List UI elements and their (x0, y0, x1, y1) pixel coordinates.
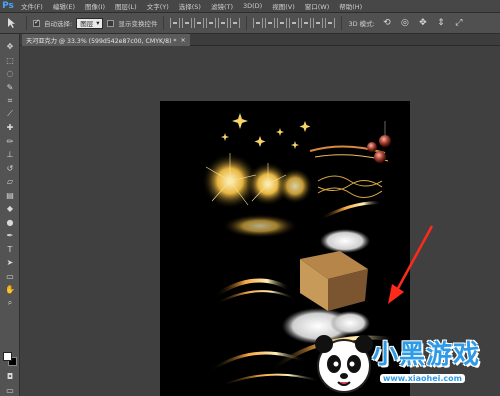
menu-image[interactable]: 图像(I) (80, 1, 110, 11)
align-group (170, 18, 241, 28)
distribute-vcenter-icon[interactable] (265, 18, 276, 28)
separator (341, 16, 343, 30)
align-right-icon[interactable] (230, 18, 241, 28)
align-left-icon[interactable] (206, 18, 217, 28)
separator (246, 16, 248, 30)
eyedropper-icon[interactable]: ⟋ (0, 108, 20, 122)
roll-3d-icon[interactable]: ◎ (397, 16, 413, 30)
auto-select-label: 自动选择: (44, 20, 73, 28)
auto-align-icon[interactable] (325, 18, 336, 28)
menu-select[interactable]: 选择(S) (174, 1, 206, 11)
red-arrow-annotation (388, 225, 434, 304)
distribute-left-icon[interactable] (289, 18, 300, 28)
shape-icon[interactable]: ▭ (0, 270, 20, 284)
type-icon[interactable]: T (0, 243, 20, 257)
align-vcenter-icon[interactable] (182, 18, 193, 28)
watermark: 小黑游戏 www.xiaohei.com (310, 328, 500, 396)
distribute-bottom-icon[interactable] (277, 18, 288, 28)
menu-edit[interactable]: 编辑(E) (48, 1, 80, 11)
auto-select-checkbox[interactable] (33, 18, 40, 27)
watermark-title: 小黑游戏 (372, 340, 481, 370)
document-title: 天河亚克力 @ 33.3% (599d542e87c00, CMYK/8) * (26, 37, 177, 45)
menu-bar: Ps 文件(F) 编辑(E) 图像(I) 图层(L) 文字(Y) 选择(S) 滤… (0, 0, 500, 13)
quick-mask-icon[interactable]: ◘ (0, 370, 20, 384)
watermark-url: www.xiaohei.com (380, 374, 465, 383)
menu-layer[interactable]: 图层(L) (110, 1, 142, 11)
separator (26, 16, 27, 30)
pen-icon[interactable]: ✒ (0, 229, 20, 243)
foreground-color-swatch[interactable] (3, 352, 12, 361)
mode-3d-label: 3D 模式: (348, 20, 375, 28)
scale-3d-icon[interactable]: ⤢ (451, 16, 467, 30)
menu-3d[interactable]: 3D(D) (238, 2, 267, 10)
quick-select-icon[interactable]: ✎ (0, 81, 20, 95)
gradient-icon[interactable]: ▤ (0, 189, 20, 203)
distribute-hcenter-icon[interactable] (301, 18, 312, 28)
menu-help[interactable]: 帮助(H) (334, 1, 367, 11)
tools-panel: ✥ ⬚ ◌ ✎ ⌗ ⟋ ✚ ✏ ⊥ ↺ ▱ ▤ ◆ ● ✒ T ➤ ▭ ✋ ⌕ ◘ ▭ (0, 34, 20, 396)
eraser-icon[interactable]: ▱ (0, 175, 20, 189)
document-tab[interactable]: 天河亚克力 @ 33.3% (599d542e87c00, CMYK/8) * … (22, 34, 190, 46)
menu-filter[interactable]: 滤镜(T) (206, 1, 238, 11)
document-tab-bar: 天河亚克力 @ 33.3% (599d542e87c00, CMYK/8) * … (20, 34, 500, 46)
panda-logo (315, 335, 373, 393)
menu-view[interactable]: 视图(V) (267, 1, 300, 11)
distribute-right-icon[interactable] (313, 18, 324, 28)
marquee-icon[interactable]: ⬚ (0, 54, 20, 68)
show-transform-checkbox[interactable] (107, 19, 115, 27)
move-tool-preset-icon[interactable] (4, 16, 20, 30)
gold-waves (317, 175, 383, 198)
menu-type[interactable]: 文字(Y) (142, 1, 174, 11)
align-top-icon[interactable] (170, 18, 181, 28)
show-transform-label: 显示变换控件 (118, 20, 158, 28)
align-hcenter-icon[interactable] (218, 18, 229, 28)
hand-icon[interactable]: ✋ (0, 283, 20, 297)
distribute-top-icon[interactable] (253, 18, 264, 28)
auto-select-dropdown[interactable]: 图层 ▾ (76, 17, 104, 29)
blur-icon[interactable]: ◆ (0, 202, 20, 216)
healing-icon[interactable]: ✚ (0, 121, 20, 135)
distribute-group (253, 18, 336, 28)
rotate-3d-icon[interactable]: ⟲ (379, 16, 395, 30)
move-icon[interactable]: ✥ (0, 40, 20, 54)
stamp-icon[interactable]: ⊥ (0, 148, 20, 162)
close-icon[interactable]: × (181, 37, 186, 44)
golden-fireworks (202, 153, 313, 238)
golden-shape (300, 251, 368, 311)
options-bar: 自动选择: 图层 ▾ 显示变换控件 3D 模式: ⟲ ◎ ✥ ⇕ ⤢ (0, 13, 500, 34)
sparkle-stars (221, 113, 311, 149)
auto-select-value: 图层 (80, 20, 94, 28)
menu-file[interactable]: 文件(F) (16, 1, 48, 11)
tool-list: ✥ ⬚ ◌ ✎ ⌗ ⟋ ✚ ✏ ⊥ ↺ ▱ ▤ ◆ ● ✒ T ➤ ▭ ✋ ⌕ (0, 40, 19, 310)
menu-window[interactable]: 窗口(W) (300, 1, 335, 11)
zoom-icon[interactable]: ⌕ (0, 297, 20, 311)
separator (163, 16, 165, 30)
photoshop-logo: Ps (2, 1, 14, 11)
chevron-down-icon: ▾ (96, 19, 100, 27)
brush-icon[interactable]: ✏ (0, 135, 20, 149)
screen-mode-icon[interactable]: ▭ (0, 384, 20, 396)
align-bottom-icon[interactable] (194, 18, 205, 28)
crop-icon[interactable]: ⌗ (0, 94, 20, 108)
mode-3d-group: ⟲ ◎ ✥ ⇕ ⤢ (379, 16, 467, 30)
history-brush-icon[interactable]: ↺ (0, 162, 20, 176)
path-select-icon[interactable]: ➤ (0, 256, 20, 270)
ornament-balls (309, 121, 391, 163)
light-streak (319, 201, 383, 221)
color-swatches (3, 352, 17, 366)
lasso-icon[interactable]: ◌ (0, 67, 20, 81)
drag-3d-icon[interactable]: ✥ (415, 16, 431, 30)
canvas-workspace[interactable]: 小黑游戏 www.xiaohei.com (20, 46, 500, 396)
slide-3d-icon[interactable]: ⇕ (433, 16, 449, 30)
dodge-icon[interactable]: ● (0, 216, 20, 230)
